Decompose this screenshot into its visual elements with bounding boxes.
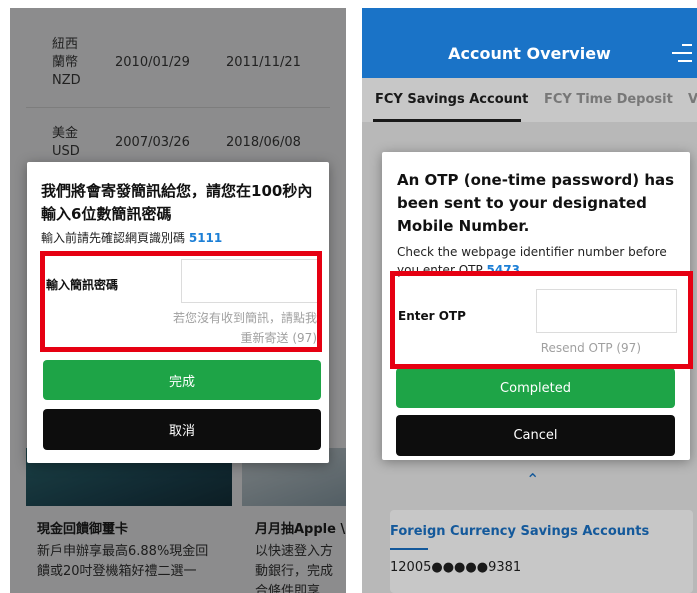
otp-dialog-heading: An OTP (one-time password) has been sent…: [397, 171, 675, 235]
otp-highlight-box: [390, 271, 693, 369]
identifier-code: 5111: [188, 231, 223, 245]
complete-button[interactable]: 完成: [43, 360, 321, 400]
otp-dialog-heading: 我們將會寄發簡訊給您，請您在100秒內輸入6位數簡訊密碼: [41, 182, 313, 223]
app-header: Account Overview: [362, 8, 697, 78]
identifier-prefix: 輸入前請先確認網頁識別碼: [41, 231, 186, 245]
left-screenshot: 紐西 蘭幣 NZD 2010/01/29 2011/11/21 美金 USD 2…: [10, 8, 346, 593]
cancel-button[interactable]: 取消: [43, 409, 321, 450]
page-title: Account Overview: [448, 44, 611, 63]
cancel-button[interactable]: Cancel: [396, 415, 675, 456]
right-screenshot: Account Overview FCY Savings Account FCY…: [362, 8, 697, 593]
menu-icon[interactable]: [672, 44, 692, 62]
identifier-note: 輸入前請先確認網頁識別碼 5111: [41, 229, 222, 246]
otp-highlight-box: [40, 251, 322, 352]
completed-button[interactable]: Completed: [396, 368, 675, 408]
